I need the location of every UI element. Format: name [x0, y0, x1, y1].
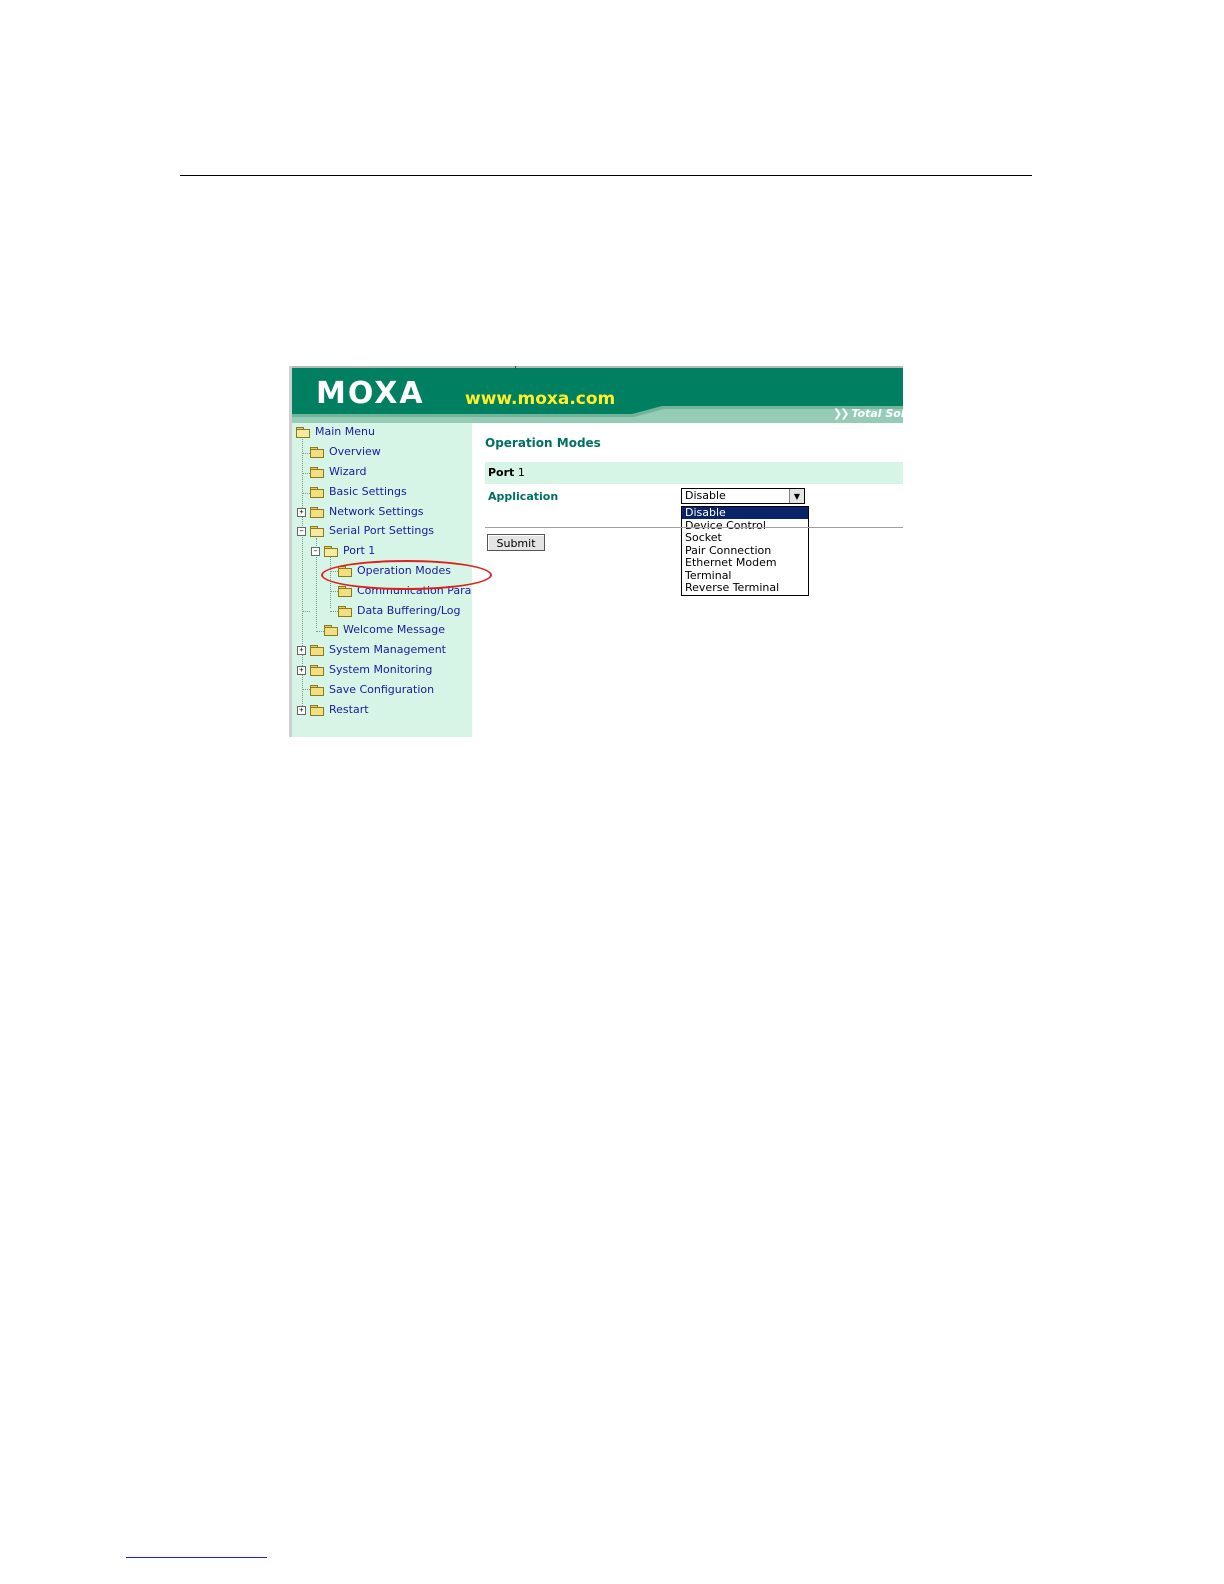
port-number: 1	[517, 466, 525, 479]
sidebar-item-label: Port 1	[343, 544, 376, 557]
sidebar-item-label: Data Buffering/Log	[357, 604, 461, 617]
folder-icon	[324, 625, 338, 636]
folder-open-icon	[324, 546, 338, 557]
folder-icon	[310, 467, 324, 478]
expand-plus-icon[interactable]: +	[297, 646, 306, 655]
main-content: Operation Modes Port 1 Application Disab…	[472, 423, 903, 737]
sidebar-item-network-settings[interactable]: Network Settings	[310, 504, 424, 520]
chevron-down-icon[interactable]: ▼	[789, 489, 804, 503]
folder-icon	[310, 645, 324, 656]
sidebar-item-label: Network Settings	[329, 505, 424, 518]
sidebar-item-data-buffering-log[interactable]: Data Buffering/Log	[338, 603, 461, 619]
application-select-value: Disable	[685, 489, 726, 502]
dropdown-option-pair-connection[interactable]: Pair Connection	[682, 544, 808, 557]
highlight-annotation-ring	[321, 560, 492, 590]
sidebar-item-save-configuration[interactable]: Save Configuration	[310, 682, 434, 698]
expand-plus-icon[interactable]: +	[297, 666, 306, 675]
folder-open-icon	[296, 427, 310, 438]
sidebar-item-label: Welcome Message	[343, 623, 446, 636]
sidebar-item-label: Save Configuration	[329, 683, 435, 696]
folder-open-icon	[310, 526, 324, 537]
port-section-header: Port 1	[485, 462, 903, 484]
sidebar-item-label: System Management	[329, 643, 446, 656]
sidebar-item-label: Wizard	[329, 465, 367, 478]
folder-icon	[338, 586, 352, 597]
folder-icon	[310, 487, 324, 498]
moxa-url[interactable]: www.moxa.com	[465, 388, 615, 410]
tree-line	[302, 473, 310, 474]
sidebar-item-label: Basic Settings	[329, 485, 407, 498]
sidebar-item-system-management[interactable]: System Management	[310, 642, 446, 658]
folder-icon	[310, 685, 324, 696]
header-tagline: ❯❯ Total Sol	[833, 406, 903, 421]
sidebar-item-label: Overview	[329, 445, 381, 458]
sidebar-item-port-1[interactable]: Port 1	[324, 543, 375, 559]
tree-line	[302, 453, 310, 454]
sidebar-item-wizard[interactable]: Wizard	[310, 464, 367, 480]
sidebar-item-label: System Monitoring	[329, 663, 433, 676]
collapse-minus-icon[interactable]: −	[297, 527, 306, 536]
folder-icon	[310, 447, 324, 458]
sidebar-item-overview[interactable]: Overview	[310, 444, 381, 460]
sidebar-item-restart[interactable]: Restart	[310, 702, 369, 718]
tree-line	[302, 689, 310, 690]
application-label: Application	[488, 490, 559, 503]
sidebar-item-label: Restart	[329, 703, 369, 716]
sidebar-item-label: Main Menu	[315, 425, 375, 438]
port-prefix: Port	[488, 466, 515, 479]
tree-line	[330, 611, 338, 612]
dropdown-option-socket[interactable]: Socket	[682, 532, 808, 544]
submit-button[interactable]: Submit	[487, 534, 545, 551]
moxa-logo[interactable]: MOXA	[316, 377, 425, 411]
expand-plus-icon[interactable]: +	[297, 706, 306, 715]
tree-line	[330, 557, 331, 608]
page-top-rule	[180, 175, 1032, 176]
folder-icon	[310, 705, 324, 716]
dropdown-option-device-control[interactable]: Device Control	[682, 519, 808, 532]
collapse-minus-icon[interactable]: −	[311, 547, 320, 556]
double-chevron-icon: ❯❯	[833, 407, 850, 420]
expand-plus-icon[interactable]: +	[297, 508, 306, 517]
folder-icon	[310, 507, 324, 518]
tree-line	[302, 611, 310, 612]
tree-line	[302, 493, 310, 494]
tagline-text: Total Sol	[851, 407, 903, 420]
tree-line	[330, 591, 338, 592]
sidebar-item-label: Serial Port Settings	[329, 524, 435, 537]
dropdown-option-terminal[interactable]: Terminal	[682, 569, 808, 582]
application-select[interactable]: Disable ▼	[681, 488, 805, 504]
sidebar-item-system-monitoring[interactable]: System Monitoring	[310, 662, 432, 678]
port-label: Port 1	[488, 466, 525, 479]
sidebar-item-welcome-message[interactable]: Welcome Message	[324, 622, 445, 638]
page-title: Operation Modes	[485, 436, 601, 450]
screenshot: MOXA www.moxa.com ❯❯ Total Sol Main Menu …	[289, 366, 903, 737]
dropdown-option-reverse-terminal[interactable]: Reverse Terminal	[682, 582, 808, 594]
folder-icon	[338, 606, 352, 617]
dropdown-option-disable[interactable]: Disable	[682, 507, 808, 519]
tree-line	[316, 631, 324, 632]
sidebar-item-basic-settings[interactable]: Basic Settings	[310, 484, 407, 500]
sidebar-item-main-menu[interactable]: Main Menu	[296, 424, 375, 440]
form-divider	[485, 527, 903, 528]
window-tick-mark	[515, 366, 516, 369]
application-dropdown-list: Disable Device Control Socket Pair Conne…	[681, 506, 809, 596]
dropdown-option-ethernet-modem[interactable]: Ethernet Modem	[682, 557, 808, 569]
moxa-header-banner: MOXA www.moxa.com ❯❯ Total Sol	[292, 368, 903, 423]
sidebar-item-serial-port-settings[interactable]: Serial Port Settings	[310, 523, 434, 539]
footer-link-underline	[126, 1557, 267, 1558]
folder-icon	[310, 665, 324, 676]
